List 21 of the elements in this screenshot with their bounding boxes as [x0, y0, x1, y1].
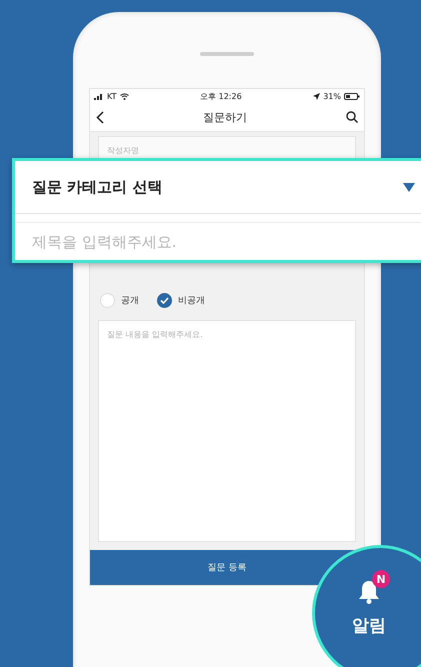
- battery-icon: [344, 92, 360, 100]
- carrier-text: KT: [107, 92, 117, 100]
- location-arrow-icon: [313, 92, 320, 100]
- radio-label: 공개: [121, 294, 139, 306]
- page-title: 질문하기: [203, 110, 247, 124]
- check-icon: [160, 296, 169, 304]
- content-field[interactable]: 질문 내용을 입력해주세요.: [98, 320, 356, 542]
- wifi-icon: [120, 92, 129, 100]
- dropdown-triangle-icon: [403, 182, 415, 192]
- bell-icon: [359, 580, 379, 604]
- radio-label: 비공개: [178, 294, 205, 306]
- new-badge: N: [372, 570, 390, 588]
- category-dropdown[interactable]: 질문 카테고리 선택: [15, 161, 421, 214]
- battery-percent: 31%: [323, 92, 341, 100]
- back-icon[interactable]: [96, 110, 104, 124]
- speaker-slot: [200, 52, 254, 56]
- radio-button[interactable]: [157, 292, 172, 308]
- signal-icon: [94, 92, 104, 100]
- title-input[interactable]: 제목을 입력해주세요.: [15, 223, 421, 260]
- search-icon[interactable]: [346, 111, 358, 123]
- clock-text: 오후 12:26: [200, 90, 242, 102]
